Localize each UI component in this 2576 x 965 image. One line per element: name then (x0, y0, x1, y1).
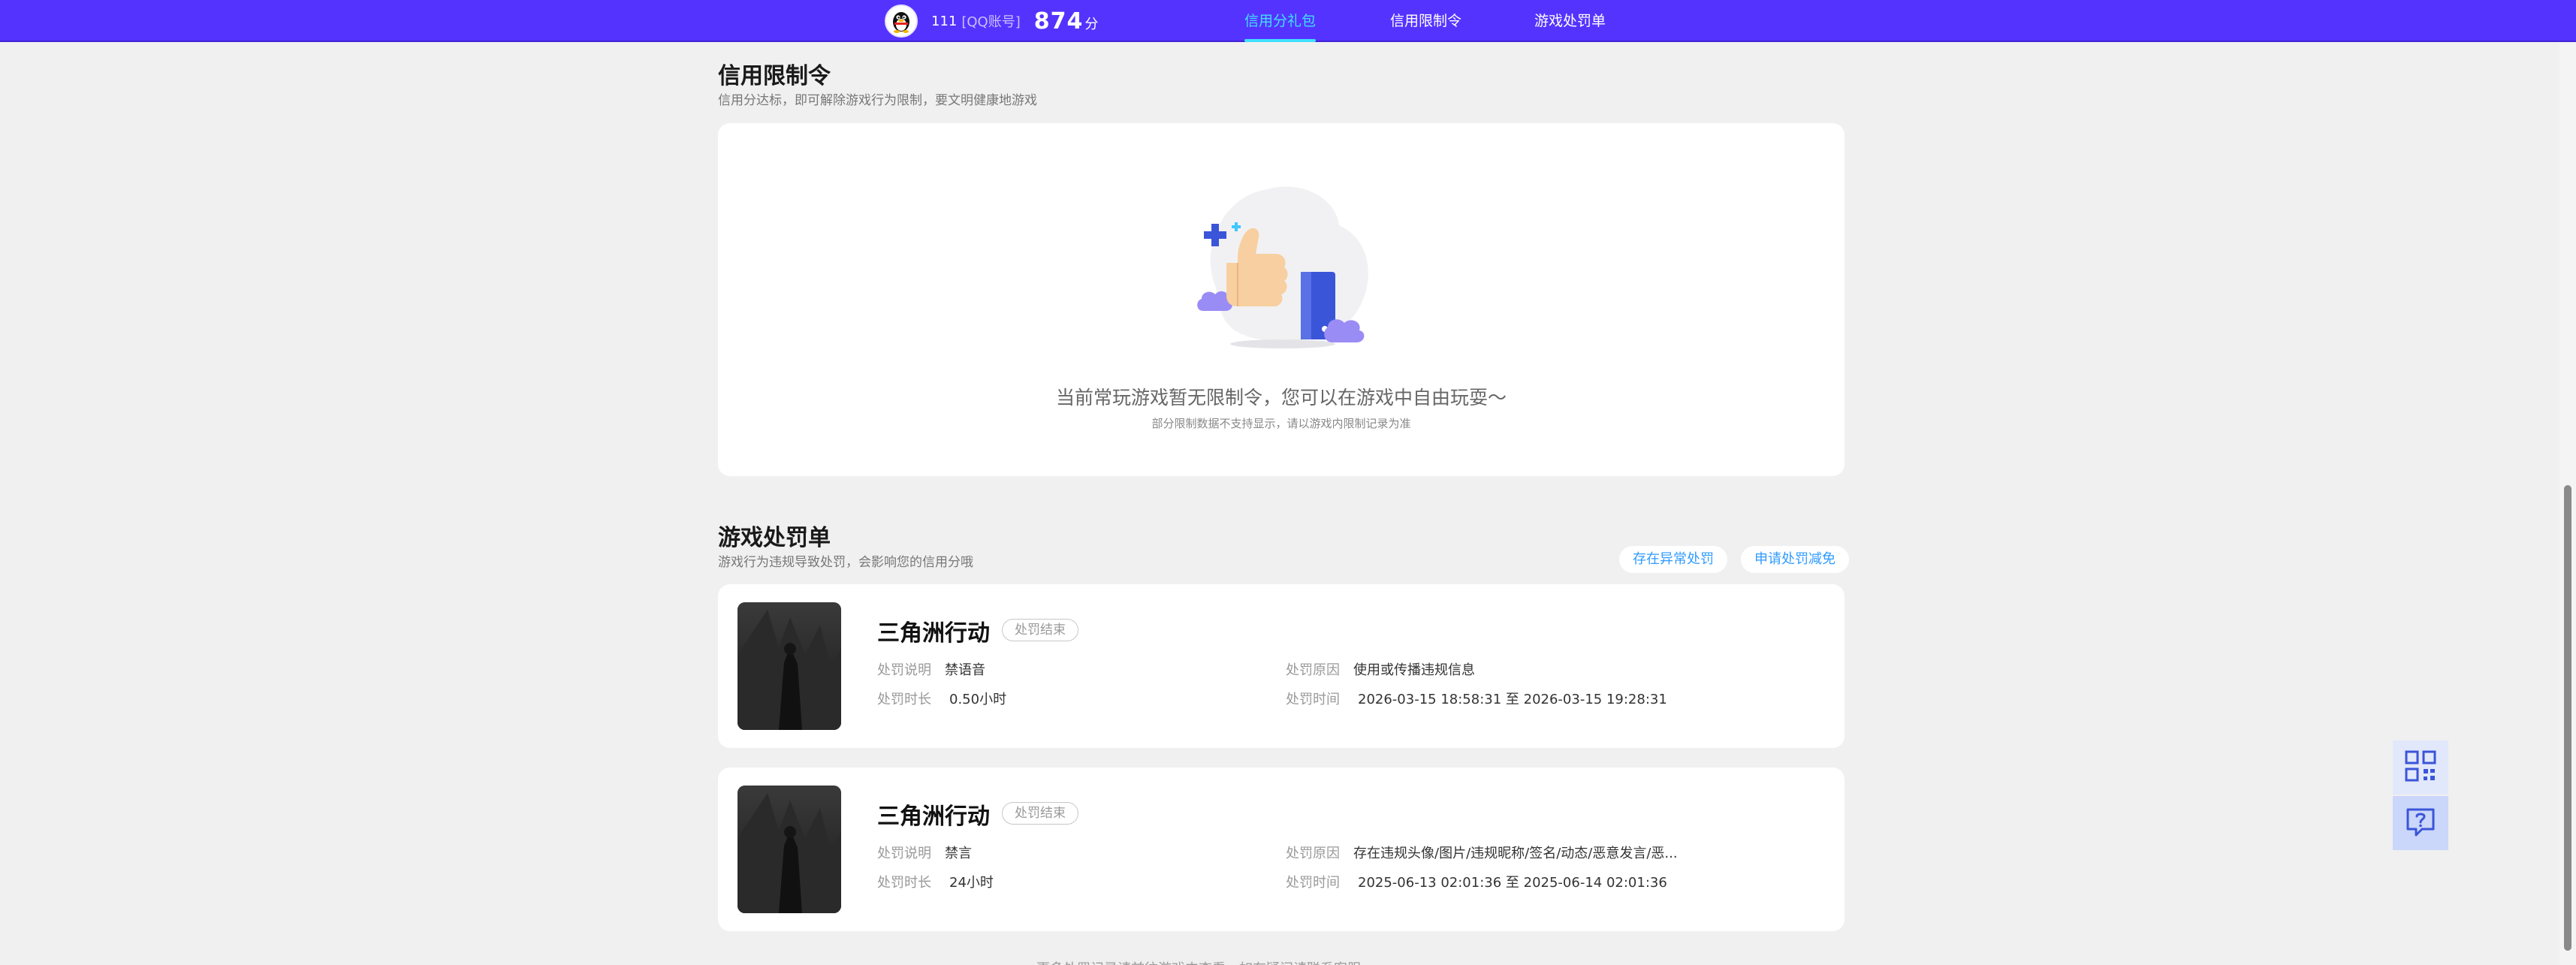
credit-score-unit: 分 (1084, 17, 1099, 32)
game-name: 三角洲行动 (877, 804, 990, 830)
desc-label: 处罚说明 (877, 846, 931, 861)
duration-label: 处罚时长 (877, 875, 931, 891)
account-type: [QQ账号] (961, 14, 1021, 30)
apply-reduction-button[interactable]: 申请处罚减免 (1741, 546, 1849, 573)
nav-tab-wrap-2: 信用限制令 (1390, 0, 1461, 42)
nav-tab-wrap-3: 游戏处罚单 (1534, 0, 1606, 42)
restriction-empty-note: 部分限制数据不支持显示，请以游戏内限制记录为准 (1151, 417, 1411, 430)
help-chat-icon (2404, 805, 2437, 841)
restriction-empty-text: 当前常玩游戏暂无限制令，您可以在游戏中自由玩耍～ (1055, 387, 1507, 409)
time-value: 2026-03-15 18:58:31 至 2026-03-15 19:28:3… (1358, 692, 1667, 707)
qq-penguin-icon (885, 5, 918, 38)
abnormal-punishment-button[interactable]: 存在异常处罚 (1619, 546, 1727, 573)
thumbs-up-illustration (1185, 173, 1380, 359)
time-label: 处罚时间 (1286, 875, 1340, 891)
tab-game-punishment[interactable]: 游戏处罚单 (1534, 0, 1606, 42)
desc-label: 处罚说明 (877, 662, 931, 678)
game-thumbnail (738, 786, 841, 913)
punishment-title: 游戏处罚单 (718, 525, 831, 551)
duration-value: 24小时 (949, 875, 994, 891)
reason-value: 存在违规头像/图片/违规昵称/签名/动态/恶意发言/恶... (1353, 846, 1678, 861)
status-badge: 处罚结束 (1002, 619, 1078, 641)
duration-value: 0.50小时 (949, 692, 1007, 707)
duration-label: 处罚时长 (877, 692, 931, 707)
reason-label: 处罚原因 (1286, 662, 1340, 678)
user-info: 111 [QQ账号] 874 分 (885, 5, 1098, 38)
reason-value: 使用或传播违规信息 (1353, 662, 1475, 678)
top-navbar: 111 [QQ账号] 874 分 信用分礼包 信用限制令 游戏处罚单 (0, 0, 2576, 42)
nav-tabs: 信用分礼包 (1244, 0, 1317, 42)
punishment-card: 三角洲行动 处罚结束 处罚说明 禁语音 处罚时长 0.50小时 处罚原因 使用或… (718, 584, 1845, 748)
scrollbar-thumb[interactable] (2564, 485, 2571, 951)
user-name: 111 (931, 13, 958, 29)
time-value: 2025-06-13 02:01:36 至 2025-06-14 02:01:3… (1358, 875, 1667, 891)
game-name: 三角洲行动 (877, 620, 990, 647)
restriction-subtitle: 信用分达标，即可解除游戏行为限制，要文明健康地游戏 (718, 93, 1037, 108)
restriction-title: 信用限制令 (718, 63, 831, 89)
punishment-card: 三角洲行动 处罚结束 处罚说明 禁言 处罚时长 24小时 处罚原因 存在违规头像… (718, 767, 1845, 931)
desc-value: 禁言 (945, 846, 972, 861)
reason-label: 处罚原因 (1286, 846, 1340, 861)
status-badge: 处罚结束 (1002, 802, 1078, 825)
credit-score: 874 (1033, 8, 1084, 35)
help-button[interactable] (2393, 796, 2448, 850)
tab-credit-gift[interactable]: 信用分礼包 (1244, 0, 1317, 42)
footer-hint: 更多处罚记录请前往游戏内查看，如有疑问请联系客服 (1036, 958, 1525, 965)
desc-value: 禁语音 (945, 662, 985, 678)
punishment-subtitle: 游戏行为违规导致处罚，会影响您的信用分哦 (718, 555, 973, 570)
time-label: 处罚时间 (1286, 692, 1340, 707)
qrcode-icon (2404, 749, 2437, 786)
qrcode-button[interactable] (2393, 740, 2448, 795)
game-thumbnail (738, 602, 841, 730)
tab-credit-restriction[interactable]: 信用限制令 (1390, 0, 1461, 42)
